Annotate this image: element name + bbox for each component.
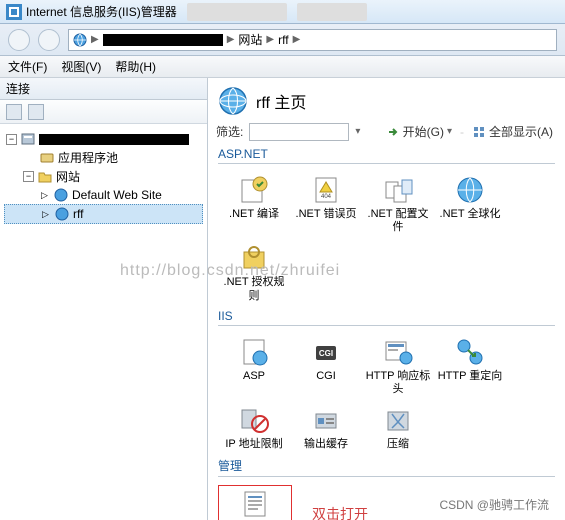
- globe-icon: [53, 187, 69, 203]
- chevron-right-icon: ▶: [91, 34, 99, 45]
- back-button[interactable]: [8, 29, 30, 51]
- globe-icon: [54, 206, 70, 222]
- section-header: ASP.NET: [218, 147, 555, 164]
- iis-section: IIS ASP CGI CGI HTTP 响应标头 HTTP 重定向: [208, 305, 565, 454]
- feature-http-redirect[interactable]: HTTP 重定向: [434, 334, 506, 398]
- page-title-row: rff 主页: [208, 78, 565, 120]
- background-tab[interactable]: [297, 3, 367, 21]
- svg-text:CGI: CGI: [319, 349, 333, 358]
- filter-input[interactable]: [249, 123, 349, 141]
- svg-text:404: 404: [321, 194, 332, 200]
- folder-icon: [37, 169, 53, 185]
- tree-default-site[interactable]: ▷ Default Web Site: [4, 186, 203, 204]
- go-button[interactable]: 开始(G) ▾: [382, 122, 456, 141]
- app-pools-icon: [39, 150, 55, 166]
- chevron-down-icon[interactable]: ▾: [355, 126, 360, 137]
- feature-http-headers[interactable]: HTTP 响应标头: [362, 334, 434, 398]
- tree-label: 网站: [56, 168, 80, 185]
- show-all-icon: [472, 125, 486, 139]
- globalization-icon: [454, 174, 486, 206]
- background-tab[interactable]: [187, 3, 287, 21]
- error-page-icon: 404: [310, 174, 342, 206]
- feature-net-profile[interactable]: .NET 配置文件: [362, 172, 434, 236]
- credit-text: CSDN @驰骋工作流: [435, 495, 553, 514]
- globe-icon: [73, 33, 87, 47]
- chevron-right-icon: ▶: [293, 34, 301, 45]
- asp-icon: [238, 336, 270, 368]
- feature-net-error-pages[interactable]: 404 .NET 错误页: [290, 172, 362, 236]
- compilation-icon: [238, 174, 270, 206]
- connections-tree: − 应用程序池 − 网站 ▷ Default Web Site: [0, 124, 207, 230]
- toolbar-button[interactable]: [28, 104, 44, 120]
- show-all-button[interactable]: 全部显示(A): [468, 122, 557, 141]
- tree-label: rff: [73, 207, 83, 221]
- menu-file[interactable]: 文件(F): [8, 58, 47, 75]
- content-pane: rff 主页 筛选: ▾ 开始(G) ▾ - 全部显示(A) ASP.NET: [208, 78, 565, 520]
- connections-panel: 连接 − 应用程序池 − 网站: [0, 78, 208, 520]
- breadcrumb[interactable]: ▶ ▶ 网站 ▶ rff ▶: [68, 29, 557, 51]
- config-editor-icon: [239, 488, 271, 520]
- menu-bar: 文件(F) 视图(V) 帮助(H): [0, 56, 565, 78]
- section-header: IIS: [218, 309, 555, 326]
- go-icon: [386, 125, 400, 139]
- headers-icon: [382, 336, 414, 368]
- menu-view[interactable]: 视图(V): [61, 58, 101, 75]
- compression-icon: [382, 404, 414, 436]
- filter-label: 筛选:: [216, 123, 243, 140]
- breadcrumb-segment[interactable]: 网站: [238, 31, 262, 48]
- menu-help[interactable]: 帮助(H): [115, 58, 156, 75]
- feature-net-compilation[interactable]: .NET 编译: [218, 172, 290, 236]
- tree-label: Default Web Site: [72, 188, 162, 202]
- feature-net-auth-rules[interactable]: .NET 授权规则: [218, 240, 290, 304]
- tree-server-node[interactable]: −: [4, 130, 203, 148]
- tree-sites[interactable]: − 网站: [4, 167, 203, 186]
- cgi-icon: CGI: [310, 336, 342, 368]
- forward-button[interactable]: [38, 29, 60, 51]
- app-icon: [6, 4, 22, 20]
- hint-text: 双击打开: [312, 504, 368, 520]
- globe-icon: [218, 86, 248, 116]
- tree-app-pools[interactable]: 应用程序池: [4, 148, 203, 167]
- address-bar: ▶ ▶ 网站 ▶ rff ▶: [0, 24, 565, 56]
- window-title: Internet 信息服务(IIS)管理器: [26, 3, 177, 20]
- server-icon: [20, 131, 36, 147]
- cache-icon: [310, 404, 342, 436]
- page-title: rff 主页: [256, 89, 306, 113]
- profile-icon: [382, 174, 414, 206]
- feature-output-cache[interactable]: 输出缓存: [290, 402, 362, 453]
- chevron-right-icon: ▶: [227, 34, 235, 45]
- auth-icon: [238, 242, 270, 274]
- connections-header: 连接: [0, 78, 207, 100]
- connections-toolbar: [0, 100, 207, 124]
- feature-net-globalization[interactable]: .NET 全球化: [434, 172, 506, 236]
- window-titlebar: Internet 信息服务(IIS)管理器: [0, 0, 565, 24]
- tree-rff-site[interactable]: ▷ rff: [4, 204, 203, 224]
- server-name-redacted: [103, 34, 223, 46]
- redirect-icon: [454, 336, 486, 368]
- filter-bar: 筛选: ▾ 开始(G) ▾ - 全部显示(A): [208, 120, 565, 143]
- feature-cgi[interactable]: CGI CGI: [290, 334, 362, 398]
- feature-ip-restrict[interactable]: IP 地址限制: [218, 402, 290, 453]
- aspnet-section: ASP.NET .NET 编译 404 .NET 错误页 .NET 配置文件 .…: [208, 143, 565, 305]
- feature-compression[interactable]: 压缩: [362, 402, 434, 453]
- section-header: 管理: [218, 457, 555, 477]
- feature-config-editor[interactable]: 配置编辑器: [218, 485, 292, 520]
- feature-asp[interactable]: ASP: [218, 334, 290, 398]
- tree-label: 应用程序池: [58, 149, 118, 166]
- ip-restrict-icon: [238, 404, 270, 436]
- breadcrumb-segment[interactable]: rff: [278, 33, 288, 47]
- server-name-redacted: [39, 134, 189, 145]
- toolbar-button[interactable]: [6, 104, 22, 120]
- chevron-right-icon: ▶: [266, 34, 274, 45]
